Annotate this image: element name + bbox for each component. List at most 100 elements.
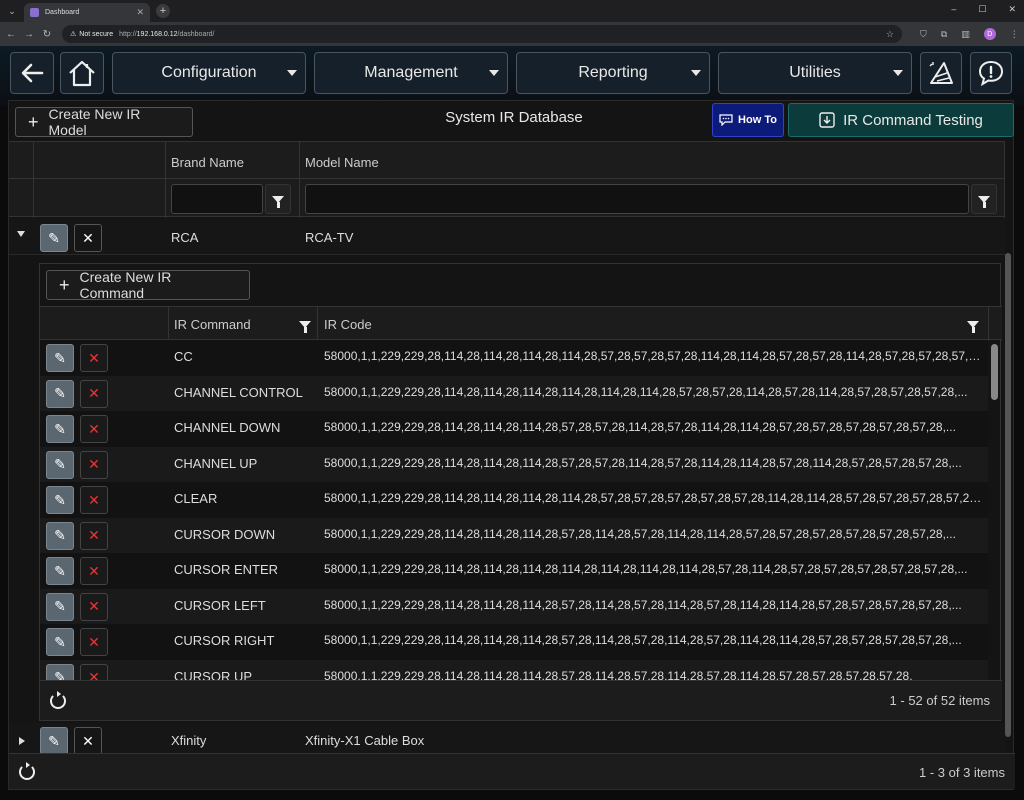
ir-command-detail-grid: + Create New IR Command IR Command IR Co…	[39, 263, 1002, 721]
ir-command-cell: CURSOR ENTER	[174, 562, 279, 577]
delete-button[interactable]: ✕	[80, 450, 108, 479]
detail-grid-pager: 1 - 52 of 52 items	[40, 680, 1002, 720]
how-to-button[interactable]: How To	[712, 103, 784, 137]
table-row[interactable]: ✎ ✕ CURSOR ENTER 58000,1,1,229,229,28,11…	[40, 553, 988, 589]
delete-button[interactable]: ✕	[74, 727, 102, 755]
model-filter-button[interactable]	[971, 184, 997, 214]
wizard-button[interactable]	[920, 52, 962, 94]
table-row[interactable]: ✎ ✕ CHANNEL UP 58000,1,1,229,229,28,114,…	[40, 446, 988, 482]
delete-button[interactable]: ✕	[80, 628, 108, 656]
ir-command-filter-button[interactable]	[292, 309, 318, 339]
maximize-icon[interactable]: ☐	[978, 4, 986, 15]
delete-button[interactable]: ✕	[80, 344, 108, 372]
model-cell: Xfinity-X1 Cable Box	[305, 733, 425, 748]
browser-tab[interactable]: Dashboard ✕	[24, 3, 150, 22]
configuration-label: Configuration	[161, 64, 257, 81]
edit-button[interactable]: ✎	[46, 557, 74, 585]
back-button[interactable]	[10, 52, 54, 94]
sidepanel-icon[interactable]: ▥	[961, 29, 970, 40]
column-header-brand[interactable]: Brand Name	[171, 155, 244, 170]
delete-button[interactable]: ✕	[74, 224, 102, 252]
ir-command-testing-button[interactable]: IR Command Testing	[788, 103, 1014, 137]
delete-button[interactable]: ✕	[80, 592, 108, 621]
close-tab-icon[interactable]: ✕	[136, 7, 144, 18]
edit-button[interactable]: ✎	[46, 663, 74, 680]
bookmark-star-icon[interactable]: ☆	[886, 29, 894, 40]
delete-button[interactable]: ✕	[80, 663, 108, 680]
delete-button[interactable]: ✕	[80, 379, 108, 408]
more-menu-icon[interactable]: ⋮	[1010, 29, 1019, 40]
chat-help-icon	[719, 114, 733, 126]
refresh-icon[interactable]	[50, 691, 66, 709]
table-row[interactable]: ✎ ✕ CURSOR DOWN 58000,1,1,229,229,28,114…	[40, 517, 988, 553]
table-row[interactable]: ✎ ✕ RCA RCA-TV	[9, 219, 1005, 255]
expand-row-icon[interactable]	[19, 737, 25, 745]
model-filter-input[interactable]	[305, 184, 969, 214]
puzzle-extension-icon[interactable]: ⧉	[941, 29, 947, 40]
how-to-label: How To	[738, 114, 777, 126]
edit-button[interactable]: ✎	[46, 450, 74, 479]
ir-code-filter-button[interactable]	[960, 309, 986, 339]
table-row[interactable]: ✎ ✕ CHANNEL CONTROL 58000,1,1,229,229,28…	[40, 375, 988, 411]
delete-button[interactable]: ✕	[80, 415, 108, 443]
table-row[interactable]: ✎ ✕ CURSOR LEFT 58000,1,1,229,229,28,114…	[40, 588, 988, 624]
create-ir-model-button[interactable]: + Create New IR Model	[15, 106, 193, 138]
tab-search-icon[interactable]: ⌄	[4, 3, 20, 19]
edit-button[interactable]: ✎	[40, 727, 68, 755]
configuration-menu[interactable]: Configuration	[112, 52, 306, 94]
edit-button[interactable]: ✎	[46, 486, 74, 514]
brand-filter-button[interactable]	[265, 184, 291, 214]
reporting-menu[interactable]: Reporting	[516, 52, 710, 94]
ir-code-cell: 58000,1,1,229,229,28,114,28,114,28,114,2…	[324, 526, 956, 541]
profile-avatar[interactable]: D	[983, 28, 996, 40]
table-row[interactable]: ✎ ✕ CURSOR UP 58000,1,1,229,229,28,114,2…	[40, 659, 988, 680]
not-secure-badge[interactable]: ⚠ Not secure	[70, 30, 113, 39]
utilities-menu[interactable]: Utilities	[718, 52, 912, 94]
brand-filter-input[interactable]	[171, 184, 263, 214]
edit-button[interactable]: ✎	[46, 344, 74, 372]
management-label: Management	[364, 64, 458, 81]
create-ir-command-button[interactable]: + Create New IR Command	[46, 269, 250, 301]
back-nav-icon[interactable]: ←	[2, 29, 20, 40]
management-menu[interactable]: Management	[314, 52, 508, 94]
refresh-icon[interactable]	[19, 762, 35, 780]
delete-button[interactable]: ✕	[80, 521, 108, 550]
edit-button[interactable]: ✎	[46, 521, 74, 550]
column-header-model[interactable]: Model Name	[305, 155, 379, 170]
reload-icon[interactable]: ↻	[38, 29, 56, 40]
table-row[interactable]: ✎ ✕ CLEAR 58000,1,1,229,229,28,114,28,11…	[40, 482, 988, 518]
new-tab-button[interactable]: +	[156, 4, 170, 18]
feedback-button[interactable]	[970, 52, 1012, 94]
page-title: System IR Database	[445, 109, 583, 126]
download-box-icon	[819, 112, 835, 128]
delete-button[interactable]: ✕	[80, 557, 108, 585]
ir-code-cell: 58000,1,1,229,229,28,114,28,114,28,114,2…	[324, 384, 968, 399]
table-row[interactable]: ✎ ✕ CURSOR RIGHT 58000,1,1,229,229,28,11…	[40, 624, 988, 660]
tab-title: Dashboard	[45, 9, 80, 16]
detail-scrollbar-thumb[interactable]	[991, 344, 998, 400]
edit-button[interactable]: ✎	[46, 415, 74, 443]
model-cell: RCA-TV	[305, 230, 354, 245]
collapse-row-icon[interactable]	[17, 231, 25, 237]
close-window-icon[interactable]: ✕	[1008, 4, 1016, 15]
main-scrollbar-thumb[interactable]	[1005, 253, 1011, 737]
ir-command-testing-label: IR Command Testing	[843, 111, 983, 129]
table-row[interactable]: ✎ ✕ CC 58000,1,1,229,229,28,114,28,114,2…	[40, 340, 988, 376]
ir-command-cell: CHANNEL CONTROL	[174, 384, 303, 400]
edit-button[interactable]: ✎	[46, 379, 74, 408]
forward-nav-icon[interactable]: →	[20, 29, 38, 40]
ir-code-cell: 58000,1,1,229,229,28,114,28,114,28,114,2…	[324, 597, 962, 612]
edit-button[interactable]: ✎	[40, 224, 68, 252]
edit-button[interactable]: ✎	[46, 592, 74, 621]
delete-button[interactable]: ✕	[80, 486, 108, 514]
url-input[interactable]: ⚠ Not secure http://192.168.0.12/dashboar…	[62, 25, 902, 43]
table-row[interactable]: ✎ ✕ CHANNEL DOWN 58000,1,1,229,229,28,11…	[40, 411, 988, 447]
shield-extension-icon[interactable]: ⛉	[920, 29, 927, 40]
edit-button[interactable]: ✎	[46, 628, 74, 656]
ir-command-cell: CLEAR	[174, 491, 218, 506]
window-controls: – ☐ ✕	[951, 4, 1016, 15]
column-header-ir-code[interactable]: IR Code	[324, 317, 372, 332]
home-button[interactable]	[60, 52, 104, 94]
minimize-icon[interactable]: –	[951, 4, 956, 15]
column-header-ir-command[interactable]: IR Command	[174, 317, 251, 332]
